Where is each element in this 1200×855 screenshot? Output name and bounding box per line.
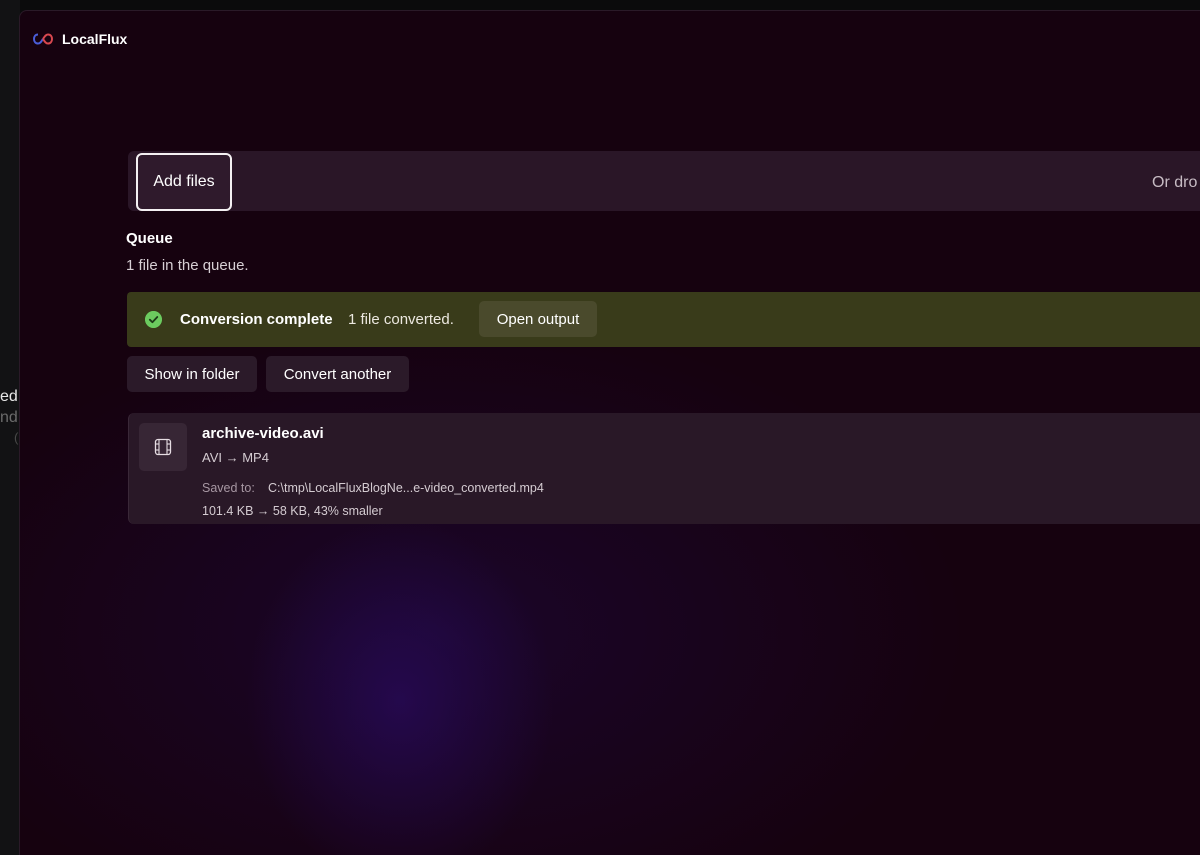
queue-count: 1 file in the queue. — [126, 257, 249, 274]
file-name: archive-video.avi — [202, 425, 324, 442]
add-files-button[interactable]: Add files — [136, 153, 232, 211]
file-size-info: 101.4 KB → 58 KB, 43% smaller — [202, 504, 383, 518]
show-in-folder-button[interactable]: Show in folder — [127, 356, 257, 392]
open-output-button[interactable]: Open output — [479, 301, 597, 337]
banner-message: 1 file converted. — [348, 311, 454, 328]
conversion-complete-banner: Conversion complete 1 file converted. Op… — [127, 292, 1200, 347]
video-film-icon — [154, 438, 172, 456]
drop-zone[interactable] — [128, 151, 1200, 211]
app-window: LocalFlux Add files Or dro Queue 1 file … — [19, 10, 1200, 855]
background-window: ed nd ( — [0, 0, 20, 855]
infinity-logo-icon — [33, 33, 53, 45]
queue-heading: Queue — [126, 230, 173, 247]
banner-title: Conversion complete — [180, 311, 333, 328]
app-title: LocalFlux — [62, 31, 128, 47]
saved-path: C:\tmp\LocalFluxBlogNe...e-video_convert… — [268, 481, 544, 495]
convert-another-button[interactable]: Convert another — [266, 356, 409, 392]
drop-hint: Or dro — [1152, 174, 1198, 191]
saved-to-label: Saved to: — [202, 481, 255, 495]
file-icon-tile — [139, 423, 187, 471]
title-bar[interactable]: LocalFlux — [20, 11, 1200, 67]
queue-file-item[interactable]: archive-video.avi AVI → MP4 Saved to: C:… — [128, 413, 1200, 524]
check-circle-icon — [145, 311, 162, 328]
file-conversion-format: AVI → MP4 — [202, 450, 269, 465]
background-window-text: nd — [0, 409, 18, 426]
background-window-text: ed — [0, 388, 18, 405]
